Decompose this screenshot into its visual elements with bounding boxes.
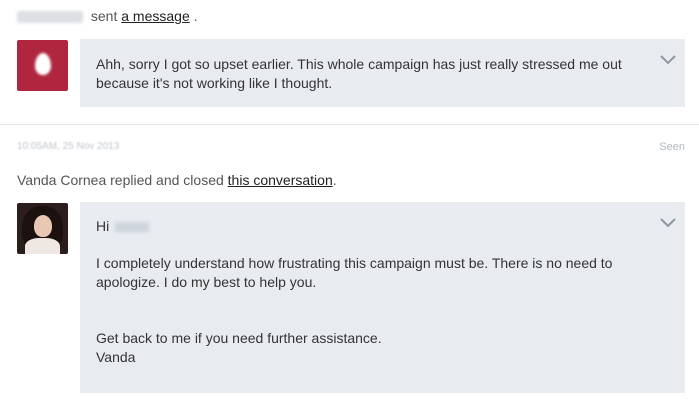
chevron-down-icon[interactable] xyxy=(660,55,676,65)
message-header-1: sent a message . xyxy=(17,8,198,24)
avatar-face xyxy=(34,215,52,237)
message-bubble-user: Ahh, sorry I got so upset earlier. This … xyxy=(80,39,685,107)
trailing-period: . xyxy=(332,172,337,188)
message-bubble-agent: Hi I completely understand how frustrati… xyxy=(80,202,685,393)
chevron-down-icon[interactable] xyxy=(660,218,676,228)
recipient-name-redacted xyxy=(115,222,150,233)
message-header-2: Vanda Cornea replied and closed this con… xyxy=(17,172,337,188)
divider xyxy=(0,124,699,125)
message-body: Ahh, sorry I got so upset earlier. This … xyxy=(96,56,622,91)
closing-line: Get back to me if you need further assis… xyxy=(96,330,382,346)
agent-name: Vanda Cornea xyxy=(17,172,107,188)
agent-avatar xyxy=(17,203,68,254)
seen-label: Seen xyxy=(659,141,685,153)
trailing-period: . xyxy=(193,8,198,24)
action-text: sent xyxy=(90,8,118,24)
message-link[interactable]: a message xyxy=(121,8,189,24)
user-avatar xyxy=(17,40,68,91)
greeting: Hi xyxy=(96,218,110,234)
signature: Vanda xyxy=(96,349,136,365)
conversation-link[interactable]: this conversation xyxy=(228,172,333,188)
action-text: replied and closed xyxy=(110,172,224,188)
avatar-body xyxy=(25,238,60,254)
sender-name-redacted xyxy=(17,11,83,24)
egg-avatar-icon xyxy=(35,53,51,75)
timestamp: 10:05AM, 25 Nov 2013 xyxy=(17,141,120,152)
reply-paragraph: I completely understand how frustrating … xyxy=(96,255,613,290)
greeting-line: Hi xyxy=(96,217,669,236)
